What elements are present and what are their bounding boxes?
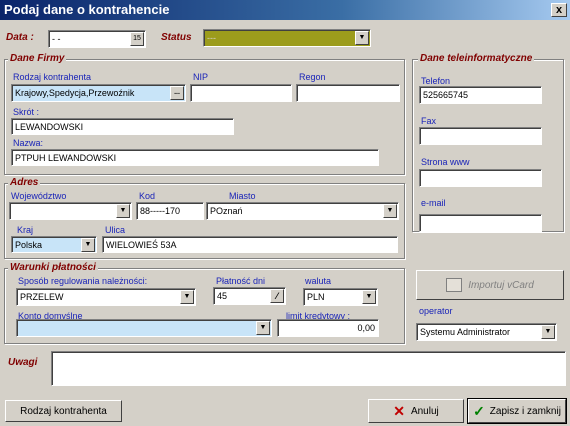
miasto-label: Miasto xyxy=(229,191,256,201)
skrot-field[interactable]: LEWANDOWSKI xyxy=(11,118,234,135)
telefon-label: Telefon xyxy=(421,76,451,86)
status-label: Status xyxy=(161,32,192,43)
status-dropdown-button[interactable]: ▼ xyxy=(355,31,369,45)
wojewodztwo-label: Województwo xyxy=(11,191,67,201)
kod-field[interactable]: 88-----170 xyxy=(136,202,204,220)
kraj-dropdown-button[interactable]: ▼ xyxy=(81,238,95,252)
importuj-vcard-button[interactable]: Importuj vCard xyxy=(416,270,564,300)
zapisz-label: Zapisz i zamknij xyxy=(489,405,561,417)
sposob-label: Sposób regulowania należności: xyxy=(18,276,148,286)
wojewodztwo-dropdown-button[interactable]: ▼ xyxy=(116,204,130,218)
dane-firmy-legend: Dane Firmy xyxy=(8,53,67,64)
close-button[interactable]: x xyxy=(551,3,567,17)
status-select[interactable]: --- xyxy=(203,29,371,47)
nip-label: NIP xyxy=(193,72,209,82)
uwagi-label: Uwagi xyxy=(8,357,38,368)
calendar-icon[interactable]: 15 xyxy=(130,32,144,46)
nazwa-field[interactable]: PTPUH LEWANDOWSKI xyxy=(11,149,379,166)
importuj-vcard-label: Importuj vCard xyxy=(468,279,534,291)
window-title: Podaj dane o kontrahencie xyxy=(4,2,170,17)
platnosc-dni-label: Płatność dni xyxy=(216,276,266,286)
email-field[interactable] xyxy=(419,214,542,232)
rodzaj-label: Rodzaj kontrahenta xyxy=(13,72,92,82)
wojewodztwo-select[interactable] xyxy=(9,202,132,220)
warunki-platnosci-legend: Warunki płatności xyxy=(8,262,98,273)
fax-label: Fax xyxy=(421,116,437,126)
miasto-select[interactable]: POznań xyxy=(206,202,399,220)
rodzaj-kontrahenta-label: Rodzaj kontrahenta xyxy=(20,405,107,417)
zapisz-button[interactable]: ✓ Zapisz i zamknij xyxy=(467,398,567,424)
rodzaj-lookup-button[interactable]: ... xyxy=(170,86,184,100)
adres-legend: Adres xyxy=(8,177,41,188)
regon-label: Regon xyxy=(299,72,326,82)
uwagi-field[interactable] xyxy=(51,351,566,386)
fax-field[interactable] xyxy=(419,127,542,145)
email-label: e-mail xyxy=(421,198,446,208)
operator-select[interactable]: Systemu Administrator xyxy=(416,323,557,341)
calculator-icon[interactable]: ⁄ xyxy=(270,289,284,303)
regon-field[interactable] xyxy=(296,84,400,102)
nazwa-label: Nazwa: xyxy=(13,138,44,148)
checkmark-icon: ✓ xyxy=(473,402,485,419)
sposob-select[interactable]: PRZELEW xyxy=(16,288,196,306)
rodzaj-field[interactable]: Krajowy,Spedycja,Przewoźnik xyxy=(11,84,186,102)
skrot-label: Skrót : xyxy=(13,107,40,117)
ulica-label: Ulica xyxy=(105,225,126,235)
konto-dropdown-button[interactable]: ▼ xyxy=(256,321,270,335)
dane-teleinformatyczne-legend: Dane teleinformatyczne xyxy=(418,53,535,64)
waluta-label: waluta xyxy=(305,276,332,286)
waluta-dropdown-button[interactable]: ▼ xyxy=(362,290,376,304)
konto-select[interactable] xyxy=(16,319,272,337)
www-field[interactable] xyxy=(419,169,542,187)
operator-label: operator xyxy=(419,306,453,316)
anuluj-button[interactable]: ✕ Anuluj xyxy=(368,399,464,423)
rodzaj-kontrahenta-button[interactable]: Rodzaj kontrahenta xyxy=(5,400,122,422)
sposob-dropdown-button[interactable]: ▼ xyxy=(180,290,194,304)
kod-label: Kod xyxy=(139,191,156,201)
kraj-label: Kraj xyxy=(17,225,34,235)
limit-field[interactable]: 0,00 xyxy=(277,319,379,337)
data-label: Data : xyxy=(6,32,34,43)
cancel-x-icon: ✕ xyxy=(393,402,405,419)
nip-field[interactable] xyxy=(190,84,292,102)
telefon-field[interactable]: 525665745 xyxy=(419,86,542,104)
ulica-field[interactable]: WIELOWIEŚ 53A xyxy=(102,236,398,253)
operator-dropdown-button[interactable]: ▼ xyxy=(541,325,555,339)
vcard-icon xyxy=(446,278,463,292)
miasto-dropdown-button[interactable]: ▼ xyxy=(383,204,397,218)
anuluj-label: Anuluj xyxy=(410,405,439,417)
www-label: Strona www xyxy=(421,157,470,167)
